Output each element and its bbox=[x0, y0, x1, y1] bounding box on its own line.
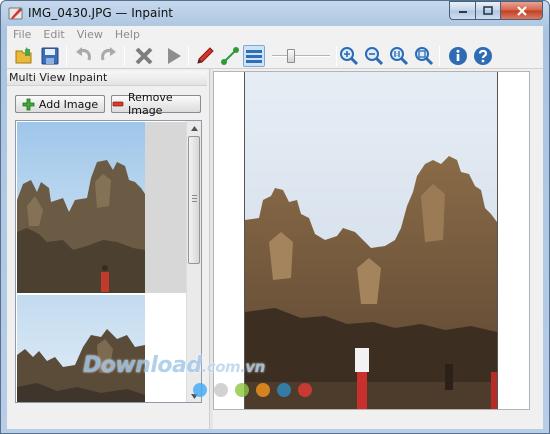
zoom-out-icon bbox=[365, 47, 384, 66]
info-icon bbox=[449, 47, 467, 65]
window-controls bbox=[449, 1, 543, 20]
watermark-suffix: .com.vn bbox=[201, 358, 266, 376]
maximize-button[interactable] bbox=[475, 1, 500, 20]
info-button[interactable] bbox=[447, 45, 469, 67]
minimize-button[interactable] bbox=[449, 1, 475, 20]
menu-help[interactable]: Help bbox=[109, 28, 146, 41]
add-icon bbox=[22, 98, 35, 111]
watermark-dot bbox=[298, 383, 312, 397]
app-icon bbox=[8, 7, 23, 20]
remove-icon bbox=[112, 98, 124, 110]
watermark-dot bbox=[235, 383, 249, 397]
redo-button[interactable] bbox=[97, 45, 119, 67]
slider-track bbox=[272, 55, 330, 57]
minimize-icon bbox=[458, 10, 467, 13]
toolbar-separator bbox=[439, 46, 440, 66]
zoom-fit-icon bbox=[415, 47, 434, 66]
watermark: Download.com.vn bbox=[83, 353, 265, 378]
undo-button[interactable] bbox=[73, 45, 95, 67]
thumbnail-image-2[interactable] bbox=[17, 295, 186, 402]
menu-edit[interactable]: Edit bbox=[37, 28, 70, 41]
temple-photo bbox=[245, 72, 497, 409]
toolbar-separator bbox=[124, 46, 125, 66]
slider-handle[interactable] bbox=[287, 49, 295, 63]
maximize-icon bbox=[483, 6, 493, 15]
toolbar-separator bbox=[336, 46, 337, 66]
watermark-dot bbox=[277, 383, 291, 397]
delete-icon bbox=[135, 47, 153, 65]
app-window: IMG_0430.JPG — Inpaint File Edit View He… bbox=[0, 0, 550, 434]
zoom-in-button[interactable] bbox=[338, 45, 360, 67]
delete-button[interactable] bbox=[133, 45, 155, 67]
arrow-up-icon bbox=[190, 125, 198, 131]
close-button[interactable] bbox=[500, 1, 543, 20]
close-icon bbox=[516, 5, 527, 16]
menu-bar: File Edit View Help bbox=[7, 26, 543, 43]
menu-file[interactable]: File bbox=[7, 28, 37, 41]
remove-image-button[interactable]: Remove Image bbox=[111, 91, 201, 117]
undo-icon bbox=[76, 47, 91, 61]
open-icon bbox=[15, 47, 32, 64]
marker-button[interactable] bbox=[194, 45, 216, 67]
watermark-dot bbox=[256, 383, 270, 397]
add-image-button[interactable]: Add Image bbox=[15, 95, 105, 113]
scroll-thumb[interactable] bbox=[188, 136, 200, 264]
watermark-dots bbox=[193, 383, 319, 397]
toolbar-separator bbox=[66, 46, 67, 66]
play-icon bbox=[168, 48, 181, 64]
menu-view[interactable]: View bbox=[71, 28, 109, 41]
main-photo[interactable] bbox=[244, 72, 498, 409]
toolbar-separator bbox=[188, 46, 189, 66]
marker-pen-icon bbox=[197, 47, 214, 64]
layers-icon bbox=[246, 50, 262, 63]
save-icon bbox=[41, 47, 59, 65]
save-button[interactable] bbox=[39, 45, 61, 67]
watermark-dot bbox=[214, 383, 228, 397]
line-tool-icon bbox=[221, 47, 239, 65]
layers-button[interactable] bbox=[243, 45, 265, 67]
help-icon bbox=[474, 47, 492, 65]
open-button[interactable] bbox=[13, 45, 35, 67]
window-title: IMG_0430.JPG — Inpaint bbox=[28, 6, 174, 20]
panel-title: Multi View Inpaint bbox=[7, 71, 207, 86]
zoom-actual-button[interactable] bbox=[388, 45, 410, 67]
toolbar bbox=[7, 43, 543, 69]
help-button[interactable] bbox=[472, 45, 494, 67]
temple-photo bbox=[17, 122, 145, 293]
marker-size-slider[interactable] bbox=[272, 46, 330, 66]
redo-icon bbox=[101, 47, 116, 61]
zoom-fit-button[interactable] bbox=[413, 45, 435, 67]
zoom-out-button[interactable] bbox=[363, 45, 385, 67]
thumbnail-image-1[interactable] bbox=[17, 122, 186, 293]
run-inpaint-button[interactable] bbox=[163, 45, 185, 67]
watermark-dot bbox=[193, 383, 207, 397]
add-image-label: Add Image bbox=[38, 97, 99, 111]
watermark-text: Download bbox=[83, 353, 202, 378]
zoom-actual-icon bbox=[390, 47, 409, 66]
remove-image-label: Remove Image bbox=[128, 91, 173, 117]
title-bar[interactable]: IMG_0430.JPG — Inpaint bbox=[1, 1, 549, 25]
line-tool-button[interactable] bbox=[219, 45, 241, 67]
zoom-in-icon bbox=[340, 47, 359, 66]
scroll-up-button[interactable] bbox=[187, 121, 201, 135]
temple-photo bbox=[17, 295, 145, 402]
